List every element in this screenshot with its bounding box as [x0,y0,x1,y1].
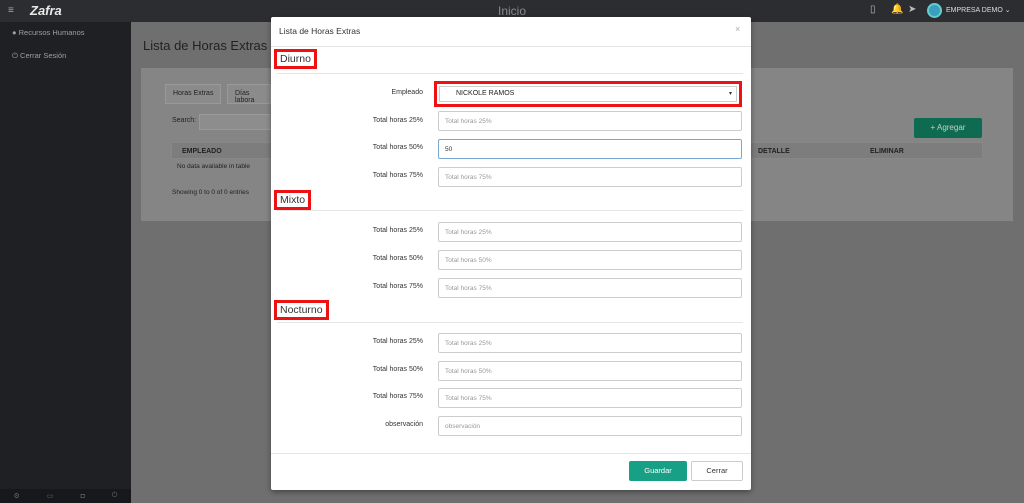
nocturno-h50-input[interactable] [438,361,742,381]
column-eliminar[interactable]: ELIMINAR [870,148,904,155]
diurno-h75-label: Total horas 75% [372,172,423,179]
tab-horas-extras[interactable]: Horas Extras [165,84,222,104]
column-empleado[interactable]: EMPLEADO [182,148,222,155]
mobile-icon[interactable]: ▯ [870,4,876,15]
power-footer-icon[interactable]: ⏻ [112,492,118,500]
caret-down-icon: ▾ [728,91,732,97]
section-nocturno: Nocturno [274,300,329,320]
sidebar-item-recursos-humanos[interactable]: ● Recursos Humanos [12,28,84,37]
sidebar-item-cerrar-sesion[interactable]: ⏻ Cerrar Sesión [12,51,66,61]
close-icon[interactable]: × [735,24,740,34]
tab-dias-laborables[interactable]: Días labora [227,84,271,104]
settings-icon[interactable]: ⚙ [14,492,20,500]
guardar-button[interactable]: Guardar [629,461,687,481]
section-mixto: Mixto [274,190,312,210]
nocturno-h25-input[interactable] [438,333,742,353]
mixto-h25-input[interactable] [438,222,742,242]
modal-header: Lista de Horas Extras × [271,17,751,47]
empleado-label: Empleado [391,89,423,96]
nocturno-h50-label: Total horas 50% [372,366,423,373]
section-diurno: Diurno [274,49,317,69]
agregar-button[interactable]: + Agregar [914,118,982,138]
mixto-h75-input[interactable] [438,278,742,298]
mixto-h50-input[interactable] [438,250,742,270]
diurno-h50-input[interactable] [438,139,742,159]
send-icon[interactable]: ➤ [908,4,916,15]
search-input[interactable] [199,114,273,130]
modal-title: Lista de Horas Extras [279,26,361,36]
mixto-h50-label: Total horas 50% [372,255,423,262]
column-detalle[interactable]: DETALLE [758,148,790,155]
observacion-input[interactable] [438,416,742,436]
search-label: Search: [172,117,197,124]
nocturno-h25-label: Total horas 25% [372,338,423,345]
observacion-label: observación [385,421,423,428]
empleado-select-highlight: NICKOLE RAMOS ▾ [434,81,742,107]
power-icon: ⏻ [12,51,18,60]
nocturno-h75-input[interactable] [438,388,742,408]
diurno-h25-input[interactable] [438,111,742,131]
user-icon: ● [12,28,17,37]
divider [277,73,743,74]
nocturno-h75-label: Total horas 75% [372,393,423,400]
empleado-select[interactable]: NICKOLE RAMOS ▾ [439,86,737,102]
mixto-h75-label: Total horas 75% [372,283,423,290]
divider [277,210,743,211]
diurno-h25-label: Total horas 25% [372,117,423,124]
page-title: Lista de Horas Extras [143,38,268,53]
diurno-h75-input[interactable] [438,167,742,187]
divider [277,322,743,323]
table-info: Showing 0 to 0 of 0 entries [172,189,249,196]
company-avatar[interactable] [927,3,942,18]
bell-icon[interactable]: 🔔 [891,4,903,15]
company-menu[interactable]: EMPRESA DEMO ⌄ [946,6,1011,14]
lock-icon[interactable]: ◘ [81,493,85,500]
window-icon[interactable]: ▭ [47,492,54,500]
cerrar-button[interactable]: Cerrar [691,461,743,481]
sidebar-footer: ⚙ ▭ ◘ ⏻ [0,489,131,503]
empty-table-message: No data available in table [177,163,250,170]
horas-extras-modal: Lista de Horas Extras × Diurno Empleado … [271,17,751,490]
diurno-h50-label: Total horas 50% [372,144,423,151]
sidebar: ● Recursos Humanos ⏻ Cerrar Sesión ⚙ ▭ ◘… [0,22,131,503]
mixto-h25-label: Total horas 25% [372,227,423,234]
